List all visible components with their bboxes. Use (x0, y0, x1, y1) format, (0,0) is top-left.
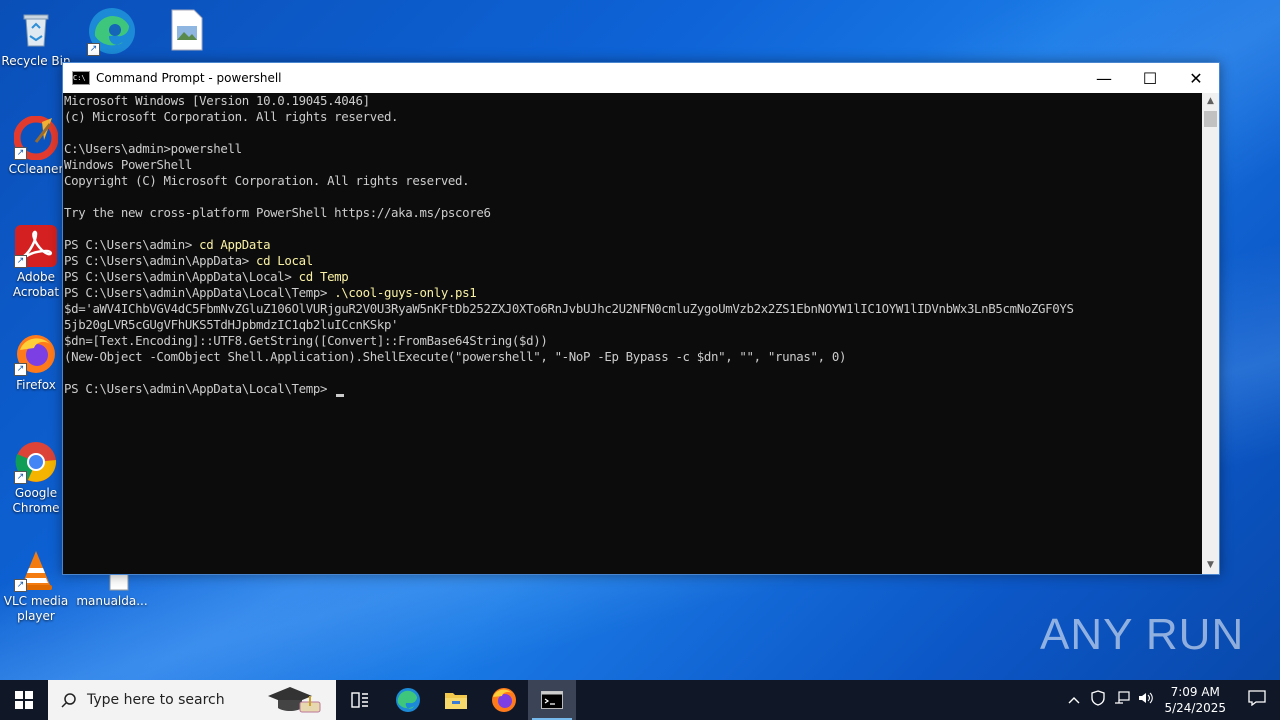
start-button[interactable] (0, 680, 48, 720)
console-line: C:\Users\admin>powershell (64, 141, 242, 156)
graduation-cap-icon (268, 687, 321, 713)
text-cursor (336, 394, 345, 397)
command-prompt-icon: C:\ (72, 71, 90, 85)
console-line: 5jb20gLVR5cGUgVFhUKS5TdHJpbmdzIC1qb2luIC… (64, 317, 399, 332)
window-title: Command Prompt - powershell (96, 71, 282, 85)
file-explorer-icon (445, 693, 467, 709)
taskbar-task-view[interactable] (336, 680, 384, 720)
desktop-icon-label: manualda... (76, 594, 148, 608)
acrobat-icon: ↗ (14, 224, 58, 268)
notifications-icon[interactable] (1234, 690, 1280, 710)
console-line: Microsoft Windows [Version 10.0.19045.40… (64, 93, 370, 108)
desktop-icon-label: VLC media player (3, 594, 69, 623)
console-line: PS C:\Users\admin> cd AppData (63, 237, 1202, 253)
console-line: Windows PowerShell (64, 157, 192, 172)
image-file-icon (164, 8, 208, 52)
ccleaner-icon: ↗ (13, 115, 59, 161)
scroll-up-icon[interactable]: ▲ (1202, 93, 1219, 110)
network-icon[interactable] (1110, 691, 1134, 709)
defender-shield-icon[interactable] (1086, 690, 1110, 710)
task-view-icon (351, 692, 368, 708)
command-prompt-window[interactable]: C:\ Command Prompt - powershell — ☐ ✕ Mi… (62, 62, 1220, 575)
console-prompt: PS C:\Users\admin\AppData\Local> (64, 269, 299, 284)
shortcut-arrow-icon: ↗ (14, 471, 27, 484)
taskbar-command-prompt[interactable] (528, 680, 576, 720)
console-line: $dn=[Text.Encoding]::UTF8.GetString([Con… (64, 333, 548, 348)
recycle-bin-icon (14, 8, 58, 52)
scroll-thumb[interactable] (1204, 111, 1217, 127)
console-line: Try the new cross-platform PowerShell ht… (64, 205, 491, 220)
console-line: PS C:\Users\admin\AppData\Local\Temp> .\… (63, 285, 1202, 301)
vlc-icon: ↗ (14, 548, 58, 592)
clock-time: 7:09 AM (1170, 685, 1220, 699)
clock-date: 5/24/2025 (1164, 701, 1226, 715)
console-line: PS C:\Users\admin\AppData\Local\Temp> (63, 381, 1202, 397)
console-prompt: PS C:\Users\admin\AppData\Local\Temp> (64, 285, 335, 300)
console-command: .\cool-guys-only.ps1 (334, 285, 477, 300)
search-placeholder: Type here to search (87, 692, 225, 708)
volume-icon[interactable] (1134, 691, 1158, 709)
anyrun-watermark: ANY RUN (1040, 610, 1245, 659)
system-tray: 7:09 AM 5/24/2025 (1062, 680, 1280, 720)
console-line: PS C:\Users\admin\AppData\Local> cd Temp (63, 269, 1202, 285)
maximize-button[interactable]: ☐ (1127, 63, 1173, 93)
console-output[interactable]: Microsoft Windows [Version 10.0.19045.40… (63, 93, 1202, 574)
window-titlebar[interactable]: C:\ Command Prompt - powershell — ☐ ✕ (63, 63, 1219, 93)
shortcut-arrow-icon: ↗ (14, 363, 27, 376)
console-line: $d='aWV4IChbVGV4dC5FbmNvZGluZ106OlVURjgu… (64, 301, 1074, 316)
shortcut-arrow-icon: ↗ (14, 579, 27, 592)
command-prompt-icon (541, 691, 563, 709)
console-line: PS C:\Users\admin\AppData> cd Local (63, 253, 1202, 269)
taskbar-file-explorer[interactable] (432, 680, 480, 720)
shortcut-arrow-icon: ↗ (14, 147, 27, 160)
scroll-down-icon[interactable]: ▼ (1202, 557, 1219, 574)
search-icon (61, 693, 76, 708)
desktop-icon-edge[interactable]: ↗ (76, 6, 148, 58)
firefox-icon: ↗ (14, 332, 58, 376)
desktop-icon-recycle-bin[interactable]: Recycle Bin (0, 8, 72, 69)
taskbar-search-box[interactable]: Type here to search (48, 680, 336, 720)
chrome-icon: ↗ (14, 440, 58, 484)
vertical-scrollbar[interactable]: ▲ ▼ (1202, 93, 1219, 574)
close-button[interactable]: ✕ (1173, 63, 1219, 93)
taskbar-edge[interactable] (384, 680, 432, 720)
minimize-button[interactable]: — (1081, 63, 1127, 93)
console-line: (c) Microsoft Corporation. All rights re… (64, 109, 399, 124)
desktop-icon-image-file[interactable] (150, 8, 222, 54)
windows-logo-icon (15, 691, 33, 709)
shortcut-arrow-icon: ↗ (87, 43, 100, 56)
console-command: cd Local (255, 253, 313, 268)
console-command: cd Temp (298, 269, 349, 284)
console-prompt: PS C:\Users\admin\AppData\Local\Temp> (64, 381, 335, 396)
console-command: cd AppData (199, 237, 271, 252)
console-prompt: PS C:\Users\admin\AppData> (64, 253, 256, 268)
shortcut-arrow-icon: ↗ (14, 255, 27, 268)
edge-icon: ↗ (87, 6, 137, 56)
taskbar-clock[interactable]: 7:09 AM 5/24/2025 (1164, 684, 1226, 716)
console-line: Copyright (C) Microsoft Corporation. All… (64, 173, 470, 188)
console-line: (New-Object -ComObject Shell.Application… (64, 349, 847, 364)
show-hidden-icons-icon[interactable] (1062, 693, 1086, 708)
taskbar: Type here to search 7:09 AM 5/24/2025 (0, 680, 1280, 720)
firefox-icon (492, 688, 516, 712)
console-prompt: PS C:\Users\admin> (64, 237, 200, 252)
edge-icon (396, 688, 420, 712)
taskbar-firefox[interactable] (480, 680, 528, 720)
